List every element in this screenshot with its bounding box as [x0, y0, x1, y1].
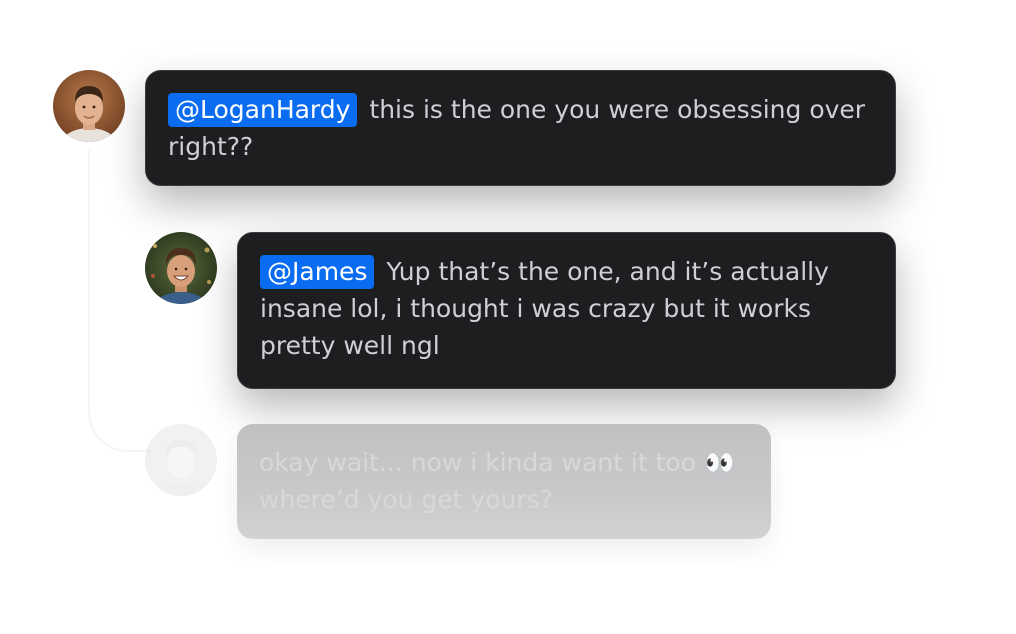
mention-tag[interactable]: @James — [260, 255, 375, 289]
message-text-line2: where’d you get yours? — [259, 485, 553, 514]
avatar-man-icon — [53, 70, 125, 142]
message-text: okay wait... now i kinda want it too — [259, 448, 696, 477]
message-bubble[interactable]: @LoganHardy this is the one you were obs… — [145, 70, 896, 186]
mention-tag[interactable]: @LoganHardy — [168, 93, 358, 127]
message-bubble-faded[interactable]: okay wait... now i kinda want it too 👀 w… — [237, 424, 771, 539]
avatar[interactable] — [145, 424, 217, 496]
avatar[interactable] — [53, 70, 125, 142]
avatar-man-smiling-icon — [145, 232, 217, 304]
eyes-emoji-icon: 👀 — [703, 448, 738, 477]
thread-connector-line — [88, 150, 150, 452]
message-bubble[interactable]: @James Yup that’s the one, and it’s actu… — [237, 232, 896, 389]
avatar-faded-icon — [145, 424, 217, 496]
avatar[interactable] — [145, 232, 217, 304]
